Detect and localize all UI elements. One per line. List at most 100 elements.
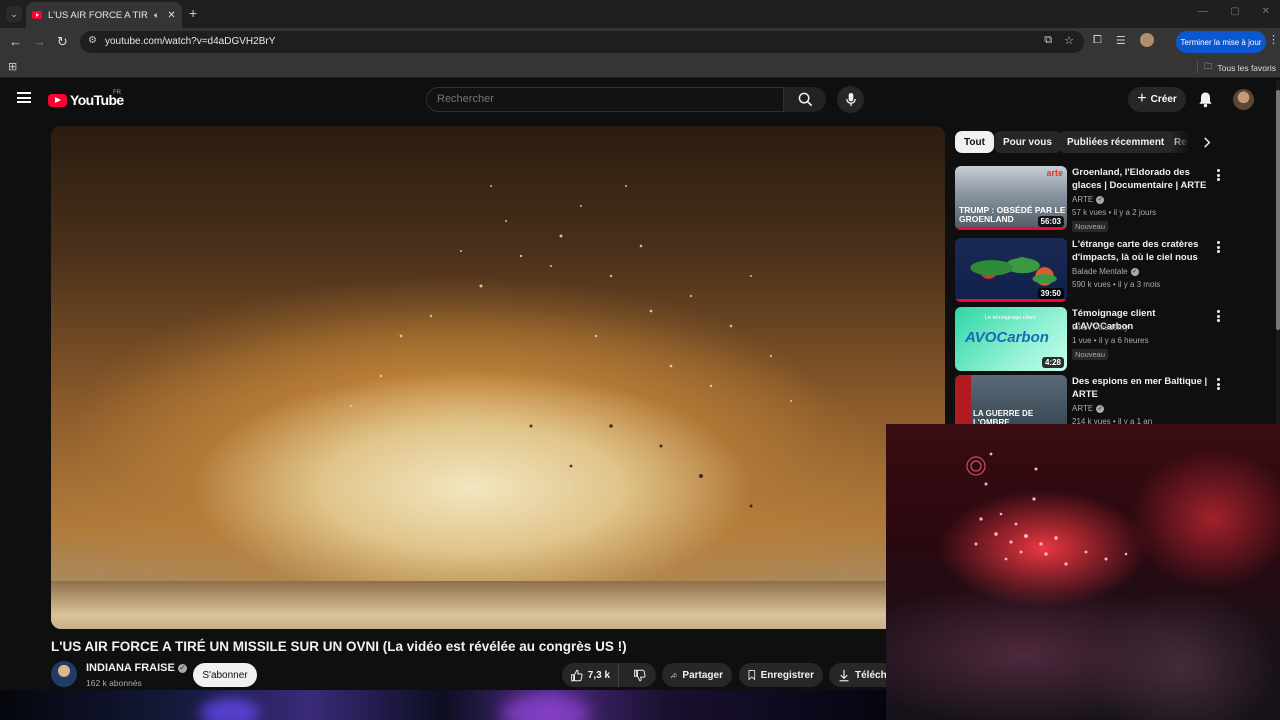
webcam-fairy-lights xyxy=(966,452,1128,566)
more-options-icon[interactable] xyxy=(1212,168,1224,182)
more-options-icon[interactable] xyxy=(1212,309,1224,323)
reco-channel-link[interactable]: Innov' Akademy xyxy=(1072,323,1128,332)
reco-channel-link[interactable]: Balade Mentale ✓ xyxy=(1072,267,1139,276)
video-duration: 39:50 xyxy=(1037,288,1064,299)
more-options-icon[interactable] xyxy=(1212,240,1224,254)
like-button[interactable]: 7,3 k xyxy=(562,663,619,687)
subscribe-button[interactable]: S'abonner xyxy=(193,663,257,687)
chips-next-button[interactable] xyxy=(1198,133,1216,151)
speaker-icon[interactable]: 🔈︎ xyxy=(154,10,159,21)
reco-channel: Balade Mentale xyxy=(1072,267,1128,276)
site-info-icon[interactable]: ⚙︎ xyxy=(88,35,97,46)
all-bookmarks-label: Tous les favoris xyxy=(1217,63,1276,73)
thumb-logo-text: AVOCarbon xyxy=(965,329,1049,346)
reco-channel-link[interactable]: ARTE ✓ xyxy=(1072,195,1105,204)
close-window-icon[interactable]: ✕ xyxy=(1262,6,1270,17)
create-label: Créer xyxy=(1150,94,1177,105)
share-label: Partager xyxy=(682,669,723,681)
more-options-icon[interactable] xyxy=(1212,377,1224,391)
save-button[interactable]: Enregistrer xyxy=(739,663,823,687)
share-arrow-icon xyxy=(671,672,678,678)
verified-check-icon: ✓ xyxy=(1130,267,1139,276)
minimize-icon[interactable]: — xyxy=(1198,6,1208,17)
chip-recently-uploaded[interactable]: Publiées récemment xyxy=(1058,131,1174,153)
address-bar[interactable]: ⚙︎ youtube.com/watch?v=d4aDGVH2BrY ⧉ ☆ xyxy=(80,31,1084,53)
thumb-caption: Le témoignage client xyxy=(985,315,1036,321)
save-label: Enregistrer xyxy=(760,669,814,681)
watch-progress-bar xyxy=(955,227,1067,230)
page-scrollbar-thumb[interactable] xyxy=(1276,90,1280,330)
reco-item[interactable]: arte TRUMP : OBSÉDÉ PAR LE GROENLAND 56:… xyxy=(955,166,1225,232)
thumbs-up-icon xyxy=(570,669,583,681)
bookmarks-bar: ⊞ 🗀︎ Tous les favoris xyxy=(0,56,1280,78)
hamburger-menu-icon[interactable] xyxy=(17,92,31,103)
bookmark-icon xyxy=(748,670,756,681)
reco-channel: ARTE xyxy=(1072,195,1094,204)
reco-thumbnail[interactable]: arte TRUMP : OBSÉDÉ PAR LE GROENLAND 56:… xyxy=(955,166,1067,230)
video-frame-debris xyxy=(350,185,792,508)
channel-name-link[interactable]: INDIANA FRAISE ✓ xyxy=(86,662,187,674)
like-dislike-group: 7,3 k xyxy=(562,663,656,687)
forward-arrow-icon[interactable]: → xyxy=(33,34,46,49)
youtube-favicon-icon xyxy=(32,11,42,19)
chip-for-you[interactable]: Pour vous xyxy=(994,131,1061,153)
voice-search-button[interactable] xyxy=(837,86,864,113)
bell-icon[interactable] xyxy=(1198,91,1213,108)
share-button[interactable]: Partager xyxy=(662,663,732,687)
reco-thumbnail[interactable]: 39:50 xyxy=(955,238,1067,302)
video-duration: 56:03 xyxy=(1037,216,1064,227)
window-controls: — ▢ ✕ xyxy=(1198,6,1270,17)
video-title: L'US AIR FORCE A TIRÉ UN MISSILE SUR UN … xyxy=(51,639,627,654)
extensions-puzzle-icon[interactable]: ⧠ xyxy=(1093,34,1102,47)
verified-check-icon: ✓ xyxy=(1096,195,1105,204)
address-url: youtube.com/watch?v=d4aDGVH2BrY xyxy=(105,36,276,47)
channel-name: INDIANA FRAISE xyxy=(86,662,175,674)
watch-progress-bar xyxy=(955,299,1067,302)
search-input[interactable] xyxy=(437,93,767,105)
reco-channel-link[interactable]: ARTE ✓ xyxy=(1072,404,1105,413)
video-duration: 4:28 xyxy=(1041,357,1064,368)
reco-item[interactable]: 39:50 L'étrange carte des cratères d'imp… xyxy=(955,238,1225,302)
create-button[interactable]: + Créer xyxy=(1128,87,1186,112)
chips-fade xyxy=(1170,131,1190,153)
microphone-icon xyxy=(845,92,856,107)
reco-item[interactable]: Le témoignage client AVOCarbon 4:28 Témo… xyxy=(955,307,1225,371)
video-player[interactable] xyxy=(51,126,945,629)
browser-toolbar: ← → ↻ ⚙︎ youtube.com/watch?v=d4aDGVH2BrY… xyxy=(0,28,1280,56)
tab-search-chevron-icon[interactable]: ⌄ xyxy=(6,6,22,22)
browser-tabstrip: ⌄ L'US AIR FORCE A TIRÉ UN 🔈︎ ✕ + — ▢ ✕ xyxy=(0,0,1280,28)
bookmark-star-icon[interactable]: ☆ xyxy=(1064,34,1074,47)
reco-thumbnail[interactable]: Le témoignage client AVOCarbon 4:28 xyxy=(955,307,1067,371)
search-box xyxy=(426,87,784,112)
reco-title[interactable]: Groenland, l'Eldorado des glaces | Docum… xyxy=(1072,166,1212,192)
all-bookmarks-button[interactable]: 🗀︎ Tous les favoris xyxy=(1204,61,1276,75)
reload-icon[interactable]: ↻ xyxy=(57,34,68,50)
apps-grid-icon[interactable]: ⊞ xyxy=(8,60,17,73)
chip-all[interactable]: Tout xyxy=(955,131,994,153)
install-app-icon[interactable]: ⧉ xyxy=(1044,34,1052,47)
tab-close-icon[interactable]: ✕ xyxy=(167,10,175,21)
tab-title: L'US AIR FORCE A TIRÉ UN xyxy=(48,9,148,21)
reco-title[interactable]: Des espions en mer Baltique | ARTE xyxy=(1072,375,1212,401)
dislike-button[interactable] xyxy=(624,663,656,687)
webcam-overlay xyxy=(886,424,1280,720)
reading-list-icon[interactable]: ☰ xyxy=(1116,34,1126,47)
back-arrow-icon[interactable]: ← xyxy=(9,34,22,49)
reco-meta: 590 k vues • il y a 3 mois xyxy=(1072,280,1161,289)
browser-menu-icon[interactable]: ⋮ xyxy=(1268,33,1279,46)
new-tab-plus-icon[interactable]: + xyxy=(189,5,197,21)
reco-title[interactable]: L'étrange carte des cratères d'impacts, … xyxy=(1072,238,1212,264)
channel-avatar[interactable] xyxy=(51,661,77,687)
like-count: 7,3 k xyxy=(587,669,611,681)
chevron-right-icon xyxy=(1204,136,1211,148)
update-browser-button[interactable]: Terminer la mise à jour xyxy=(1176,31,1266,53)
profile-avatar[interactable] xyxy=(1139,33,1154,47)
reco-meta: 1 vue • il y a 6 heures xyxy=(1072,336,1149,345)
user-avatar[interactable] xyxy=(1233,89,1254,110)
folder-icon: 🗀︎ xyxy=(1203,61,1213,71)
thumb-channel-logo: arte xyxy=(1046,168,1063,178)
verified-check-icon: ✓ xyxy=(177,663,187,673)
maximize-icon[interactable]: ▢ xyxy=(1230,6,1239,17)
browser-tab-active[interactable]: L'US AIR FORCE A TIRÉ UN 🔈︎ ✕ xyxy=(26,2,182,28)
search-button[interactable] xyxy=(784,87,826,112)
